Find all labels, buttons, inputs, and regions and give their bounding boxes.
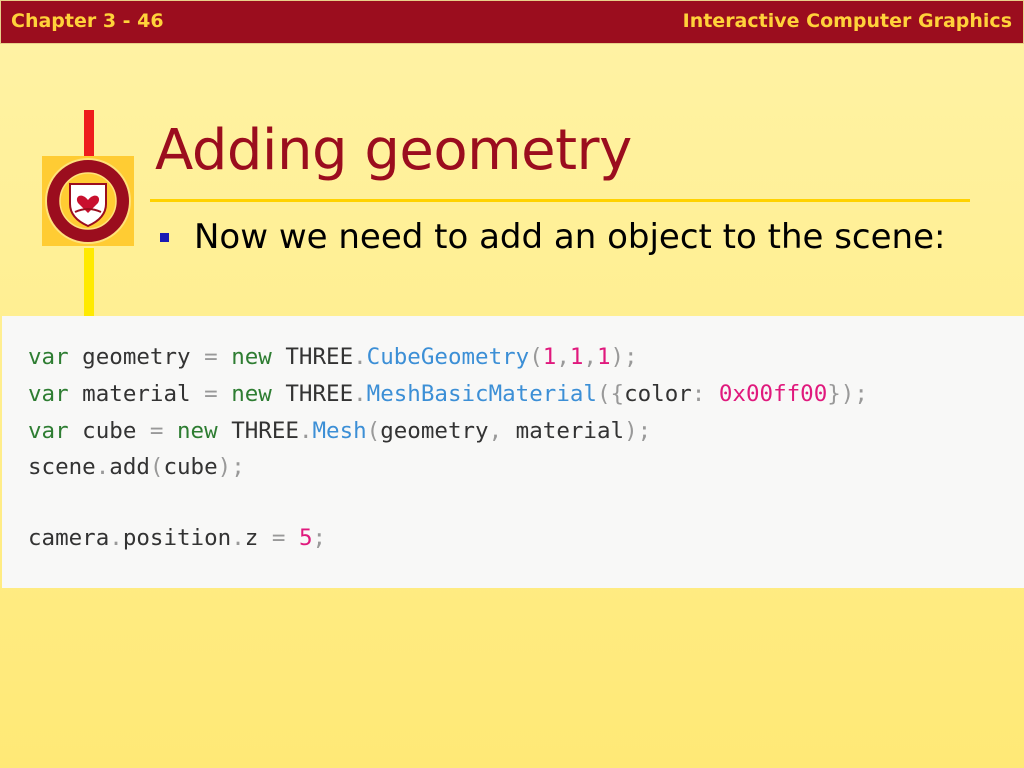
code-token-function: CubeGeometry (366, 344, 530, 370)
code-token-punctuation: ); (624, 418, 652, 444)
code-token-punctuation: }); (827, 381, 868, 407)
chapter-page-label: Chapter 3 - 46 (11, 10, 164, 32)
code-token-identifier: material (68, 381, 205, 407)
code-token-punctuation: . (95, 454, 110, 480)
code-token-punctuation: , (556, 344, 570, 370)
code-line: camera.position.z = 5; (28, 527, 326, 550)
course-title: Interactive Computer Graphics (682, 10, 1012, 32)
code-token-function: MeshBasicMaterial (366, 381, 597, 407)
accent-line-red (84, 110, 94, 160)
code-token-punctuation: , (583, 344, 597, 370)
code-token-keyword: var (28, 344, 69, 370)
code-token-number: 5 (298, 525, 313, 551)
code-token-operator: = (149, 418, 164, 444)
code-token-operator: = (204, 381, 218, 407)
bullet-text: Now we need to add an object to the scen… (194, 217, 946, 257)
code-line: scene.add(cube); (28, 456, 245, 479)
code-line: var geometry = new THREE.CubeGeometry(1,… (28, 346, 638, 369)
code-token-punctuation: ( (366, 418, 381, 444)
code-token-punctuation: ); (610, 344, 638, 370)
code-token-punctuation: . (298, 418, 313, 444)
code-token-identifier: cube (163, 454, 218, 480)
code-line: var cube = new THREE.Mesh(geometry, mate… (28, 420, 651, 443)
code-token-identifier: camera (28, 525, 110, 551)
code-token-keyword: new (177, 418, 218, 444)
code-token-punctuation: . (231, 525, 245, 551)
code-token-identifier: THREE (271, 381, 354, 407)
code-token-function: Mesh (312, 418, 367, 444)
code-token-keyword: new (231, 344, 272, 370)
code-token-number: 0x00ff00 (718, 381, 828, 407)
accent-line-yellow (84, 248, 94, 316)
code-token-property: color (624, 381, 692, 407)
code-line: var material = new THREE.MeshBasicMateri… (28, 383, 868, 406)
code-token-punctuation: : (691, 381, 706, 407)
code-token-identifier: geometry (68, 344, 205, 370)
header-bar: Chapter 3 - 46 Interactive Computer Grap… (0, 0, 1024, 44)
code-token-punctuation: , (488, 418, 503, 444)
code-token-punctuation: . (109, 525, 123, 551)
bullet-marker-icon (160, 233, 169, 242)
code-token-identifier: scene (28, 454, 96, 480)
code-token-keyword: var (28, 381, 69, 407)
code-token-number: 1 (542, 344, 557, 370)
code-token-punctuation: ({ (596, 381, 625, 407)
code-token-operator: = (271, 525, 286, 551)
seal-logo-icon (45, 158, 131, 244)
code-token-punctuation: . (353, 381, 367, 407)
code-token-identifier: material (502, 418, 625, 444)
code-token-punctuation: ( (529, 344, 543, 370)
code-token-number: 1 (569, 344, 584, 370)
university-seal (42, 156, 134, 246)
code-token-identifier: z (244, 525, 272, 551)
code-token-keyword: new (231, 381, 272, 407)
code-token-punctuation: ; (312, 525, 327, 551)
code-token-operator: = (204, 344, 218, 370)
code-token-identifier: THREE (271, 344, 354, 370)
code-token-identifier: cube (68, 418, 150, 444)
slide-title: Adding geometry (155, 118, 632, 183)
title-underline (150, 199, 970, 202)
code-token-identifier: position (122, 525, 232, 551)
code-token-identifier: add (109, 454, 150, 480)
code-token-punctuation: ( (149, 454, 164, 480)
code-token-keyword: var (28, 418, 69, 444)
code-token-number: 1 (596, 344, 611, 370)
code-token-punctuation: ); (217, 454, 245, 480)
code-token-punctuation: . (353, 344, 367, 370)
code-token-identifier: geometry (380, 418, 489, 444)
code-block: var geometry = new THREE.CubeGeometry(1,… (2, 316, 1024, 588)
code-token-identifier: THREE (217, 418, 299, 444)
